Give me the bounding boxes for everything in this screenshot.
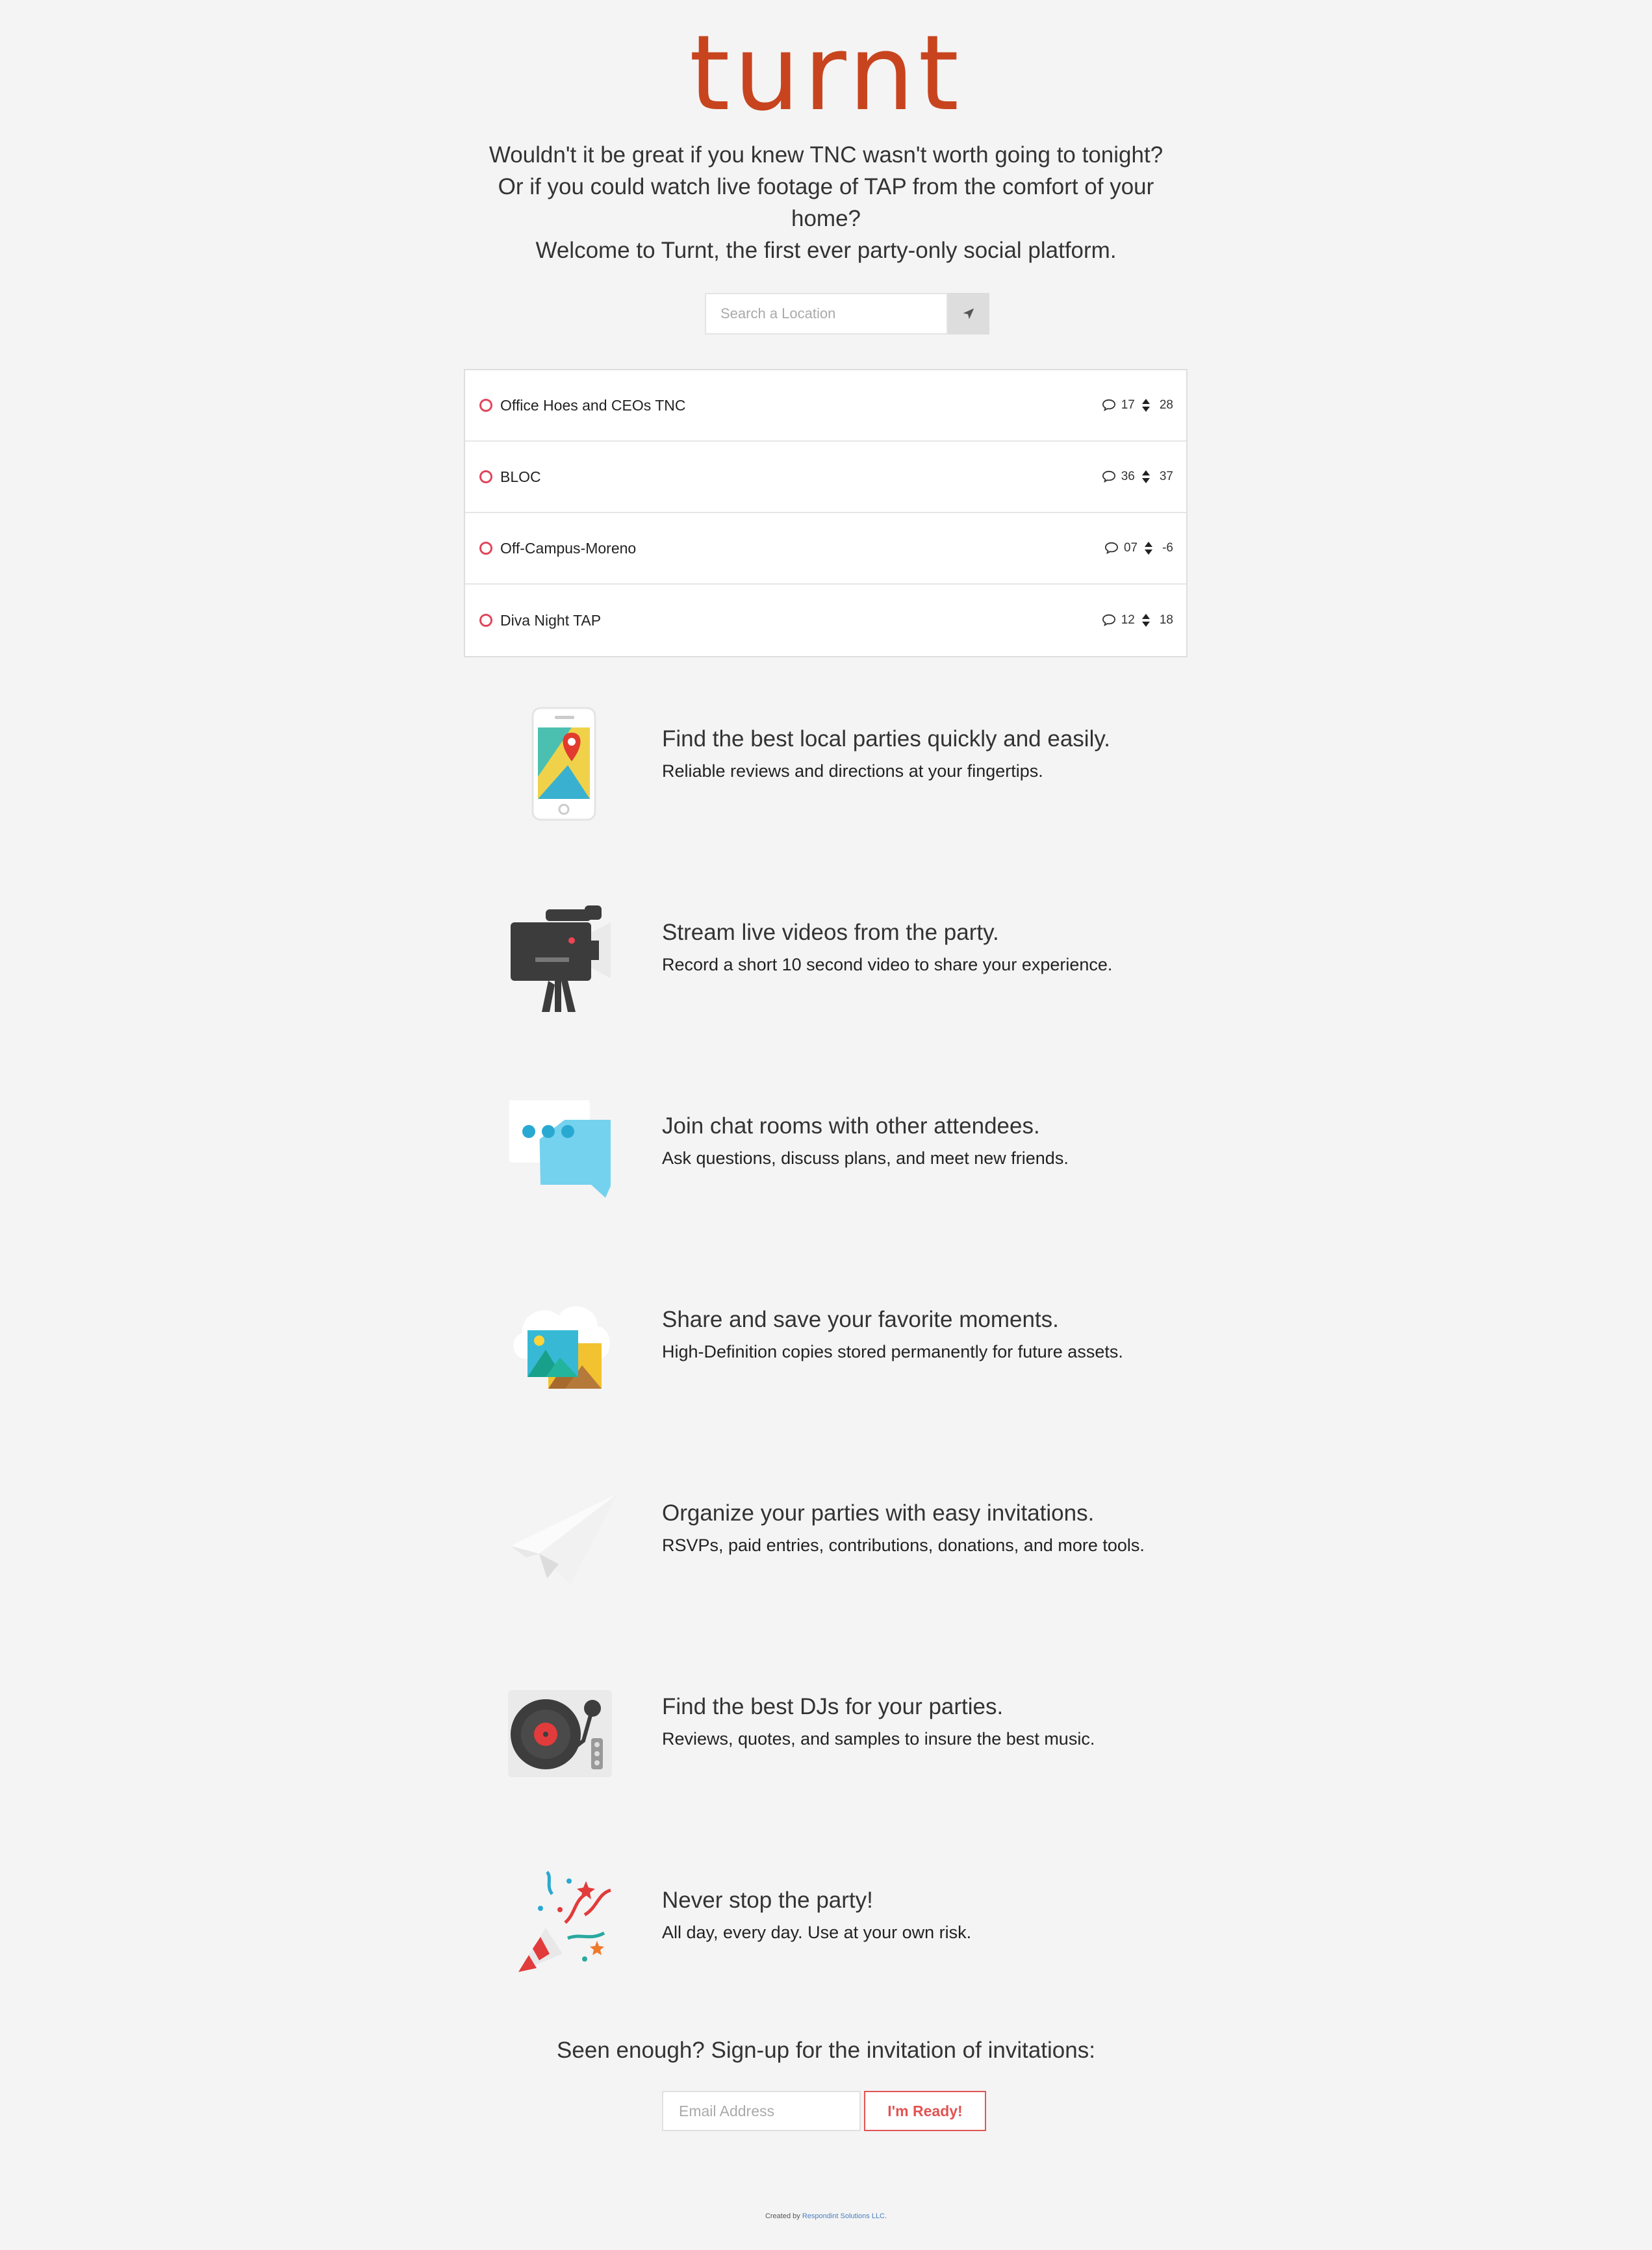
status-circle-icon [479,399,492,412]
paper-plane-icon [511,1494,617,1585]
feature-djs: Find the best DJs for your parties. Revi… [494,1675,1208,1804]
party-name[interactable]: Office Hoes and CEOs TNC [500,397,1102,414]
footer: Created by Respondint Solutions LLC. [0,2212,1652,2220]
party-popper-icon [518,1871,611,1972]
comment-count: 36 [1121,470,1135,483]
vote-count: 18 [1159,613,1173,627]
party-list: Office Hoes and CEOs TNC 17 28 BLOC 36 3… [464,369,1188,657]
location-arrow-icon [963,308,974,320]
party-row[interactable]: Off-Campus-Moreno 07 -6 [465,513,1186,585]
video-camera-icon [511,905,611,1012]
party-stats: 36 37 [1102,470,1173,484]
turntable-icon [508,1690,612,1777]
email-field[interactable] [662,2091,861,2131]
party-row[interactable]: Diva Night TAP 12 18 [465,585,1186,656]
intro-line-1: Wouldn't it be great if you knew TNC was… [489,142,1163,168]
feature-subtitle: RSVPs, paid entries, contributions, dona… [662,1536,1145,1555]
feature-share-moments: Share and save your favorite moments. Hi… [494,1287,1208,1417]
feature-subtitle: Reliable reviews and directions at your … [662,761,1043,781]
party-stats: 12 18 [1102,613,1173,627]
party-name[interactable]: Off-Campus-Moreno [500,540,1104,557]
party-stats: 17 28 [1102,398,1173,412]
feature-chat-rooms: Join chat rooms with other attendees. As… [494,1094,1208,1224]
feature-subtitle: High-Definition copies stored permanentl… [662,1342,1123,1361]
chat-bubbles-icon [509,1100,611,1198]
search-input[interactable] [705,293,948,335]
feature-never-stop: Never stop the party! All day, every day… [494,1868,1208,1998]
intro-text: Wouldn't it be great if you knew TNC was… [474,139,1178,266]
feature-find-parties: Find the best local parties quickly and … [494,707,1208,837]
feature-title: Never stop the party! [662,1888,873,1913]
feature-subtitle: All day, every day. Use at your own risk… [662,1923,972,1942]
feature-subtitle: Record a short 10 second video to share … [662,955,1113,974]
party-name[interactable]: BLOC [500,468,1102,486]
status-circle-icon [479,470,492,483]
feature-title: Join chat rooms with other attendees. [662,1113,1040,1139]
feature-title: Find the best DJs for your parties. [662,1694,1004,1719]
feature-subtitle: Ask questions, discuss plans, and meet n… [662,1148,1069,1168]
comment-count: 12 [1121,613,1135,627]
footer-link[interactable]: Respondint Solutions LLC. [802,2212,887,2220]
phone-map-icon [531,707,596,821]
cloud-photos-icon [513,1306,610,1389]
vote-arrows-icon[interactable] [1141,613,1150,627]
location-search [705,293,989,335]
comment-icon [1104,542,1118,555]
status-circle-icon [479,614,492,627]
vote-count: 37 [1159,470,1173,483]
feature-title: Share and save your favorite moments. [662,1307,1059,1332]
comment-icon [1102,470,1115,483]
footer-prefix: Created by [765,2212,800,2220]
vote-arrows-icon[interactable] [1144,541,1153,555]
feature-subtitle: Reviews, quotes, and samples to insure t… [662,1729,1095,1749]
feature-title: Find the best local parties quickly and … [662,726,1110,752]
comment-count: 17 [1121,398,1135,412]
comment-icon [1102,399,1115,412]
feature-title: Organize your parties with easy invitati… [662,1500,1095,1526]
vote-arrows-icon[interactable] [1141,470,1150,484]
feature-stream-videos: Stream live videos from the party. Recor… [494,900,1208,1030]
status-circle-icon [479,542,492,555]
locate-button[interactable] [948,293,989,335]
comment-count: 07 [1123,541,1138,555]
party-row[interactable]: Office Hoes and CEOs TNC 17 28 [465,370,1186,442]
signup-heading: Seen enough? Sign-up for the invitation … [557,2038,1095,2063]
vote-count: 28 [1159,398,1173,412]
feature-title: Stream live videos from the party. [662,920,999,945]
signup-button[interactable]: I'm Ready! [864,2091,986,2131]
intro-line-2: Or if you could watch live footage of TA… [498,174,1154,231]
party-name[interactable]: Diva Night TAP [500,612,1102,629]
page: turnt Wouldn't it be great if you knew T… [0,0,1652,2250]
intro-line-3: Welcome to Turnt, the first ever party-o… [535,238,1117,263]
vote-arrows-icon[interactable] [1141,398,1150,412]
party-stats: 07 -6 [1104,541,1173,555]
signup-form: I'm Ready! [662,2091,986,2131]
feature-invitations: Organize your parties with easy invitati… [494,1481,1208,1611]
logo[interactable]: turnt [0,18,1652,129]
comment-icon [1102,614,1115,627]
vote-count: -6 [1162,541,1173,555]
party-row[interactable]: BLOC 36 37 [465,442,1186,513]
